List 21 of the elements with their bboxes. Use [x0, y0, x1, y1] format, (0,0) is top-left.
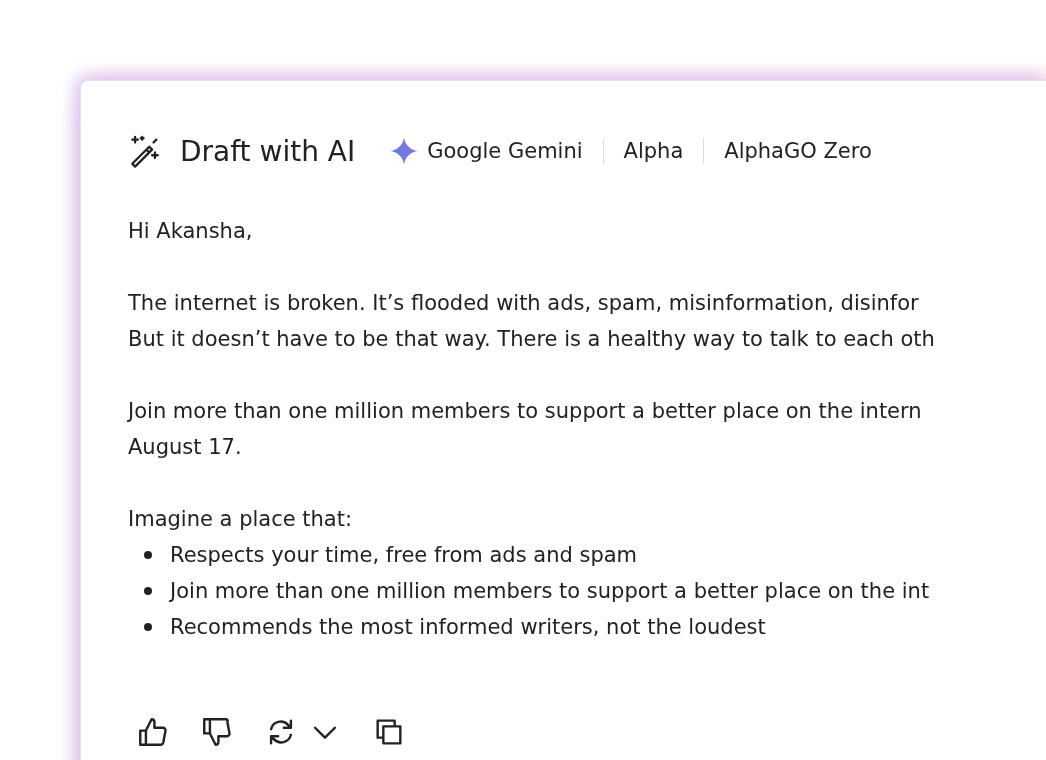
paragraph-line: But it doesn’t have to be that way. There is a healthy way to talk to each oth: [128, 326, 936, 353]
panel-title: Draft with AI: [180, 134, 356, 168]
model-option[interactable]: Google Gemini: [427, 139, 583, 163]
bullet-text: Recommends the most informed writers, not the loudest: [170, 614, 766, 641]
bullet-icon: [144, 623, 152, 631]
thumbs-down-icon: [200, 715, 234, 749]
magic-wand-icon: [128, 134, 162, 168]
paragraph-line: Join more than one million members to support a better place on the intern: [128, 398, 923, 425]
paragraph-line: The internet is broken. It’s flooded with ads, spam, misinformation, disinfor: [128, 290, 920, 317]
model-option[interactable]: AlphaGO Zero: [724, 139, 872, 163]
paragraph-line: August 17.: [128, 434, 243, 461]
thumbs-up-icon: [136, 715, 170, 749]
bullet-text: Join more than one million members to support a better place on the int: [170, 578, 930, 605]
model-option[interactable]: Alpha: [623, 139, 684, 163]
greeting-text: Hi Akansha,: [128, 218, 254, 245]
bullet-text: Respects your time, free from ads and spam: [170, 542, 638, 569]
bullet-icon: [144, 587, 152, 595]
thumbs-up-button[interactable]: [136, 715, 170, 749]
bullet-icon: [144, 551, 152, 559]
thumbs-down-button[interactable]: [200, 715, 234, 749]
list-intro-text: Imagine a place that:: [128, 506, 354, 533]
